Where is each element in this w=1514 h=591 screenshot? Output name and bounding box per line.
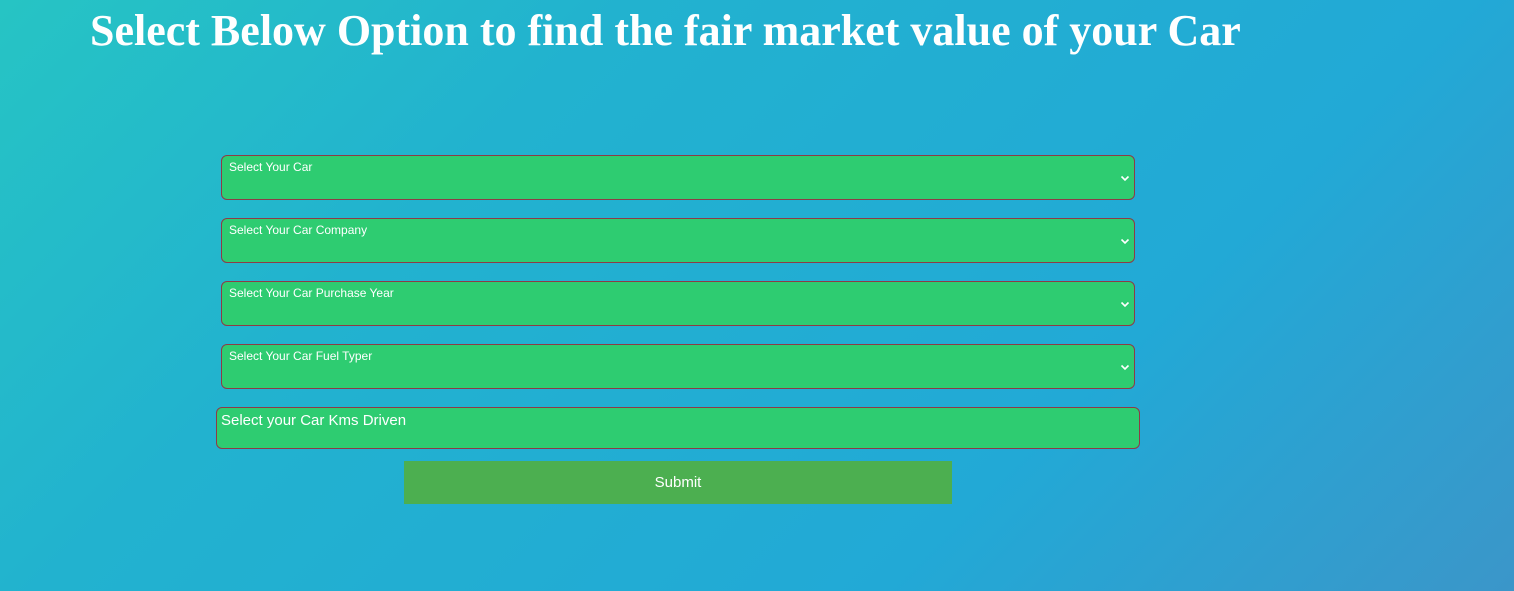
chevron-down-icon: [1120, 173, 1130, 183]
page-title: Select Below Option to find the fair mar…: [90, 6, 1241, 55]
company-select[interactable]: Select Your Car Company: [221, 218, 1135, 263]
chevron-down-icon: [1120, 236, 1130, 246]
kms-driven-placeholder: Select your Car Kms Driven: [221, 412, 407, 429]
fuel-type-select[interactable]: Select Your Car Fuel Typer: [221, 344, 1135, 389]
fuel-type-select-value: Select Your Car Fuel Typer: [229, 349, 373, 363]
car-select-value: Select Your Car: [229, 160, 313, 174]
purchase-year-select-value: Select Your Car Purchase Year: [229, 286, 394, 300]
kms-driven-input[interactable]: Select your Car Kms Driven: [216, 407, 1140, 449]
chevron-down-icon: [1120, 299, 1130, 309]
chevron-down-icon: [1120, 362, 1130, 372]
car-select[interactable]: Select Your Car: [221, 155, 1135, 200]
purchase-year-select[interactable]: Select Your Car Purchase Year: [221, 281, 1135, 326]
company-select-value: Select Your Car Company: [229, 223, 368, 237]
submit-button[interactable]: Submit: [404, 461, 952, 504]
